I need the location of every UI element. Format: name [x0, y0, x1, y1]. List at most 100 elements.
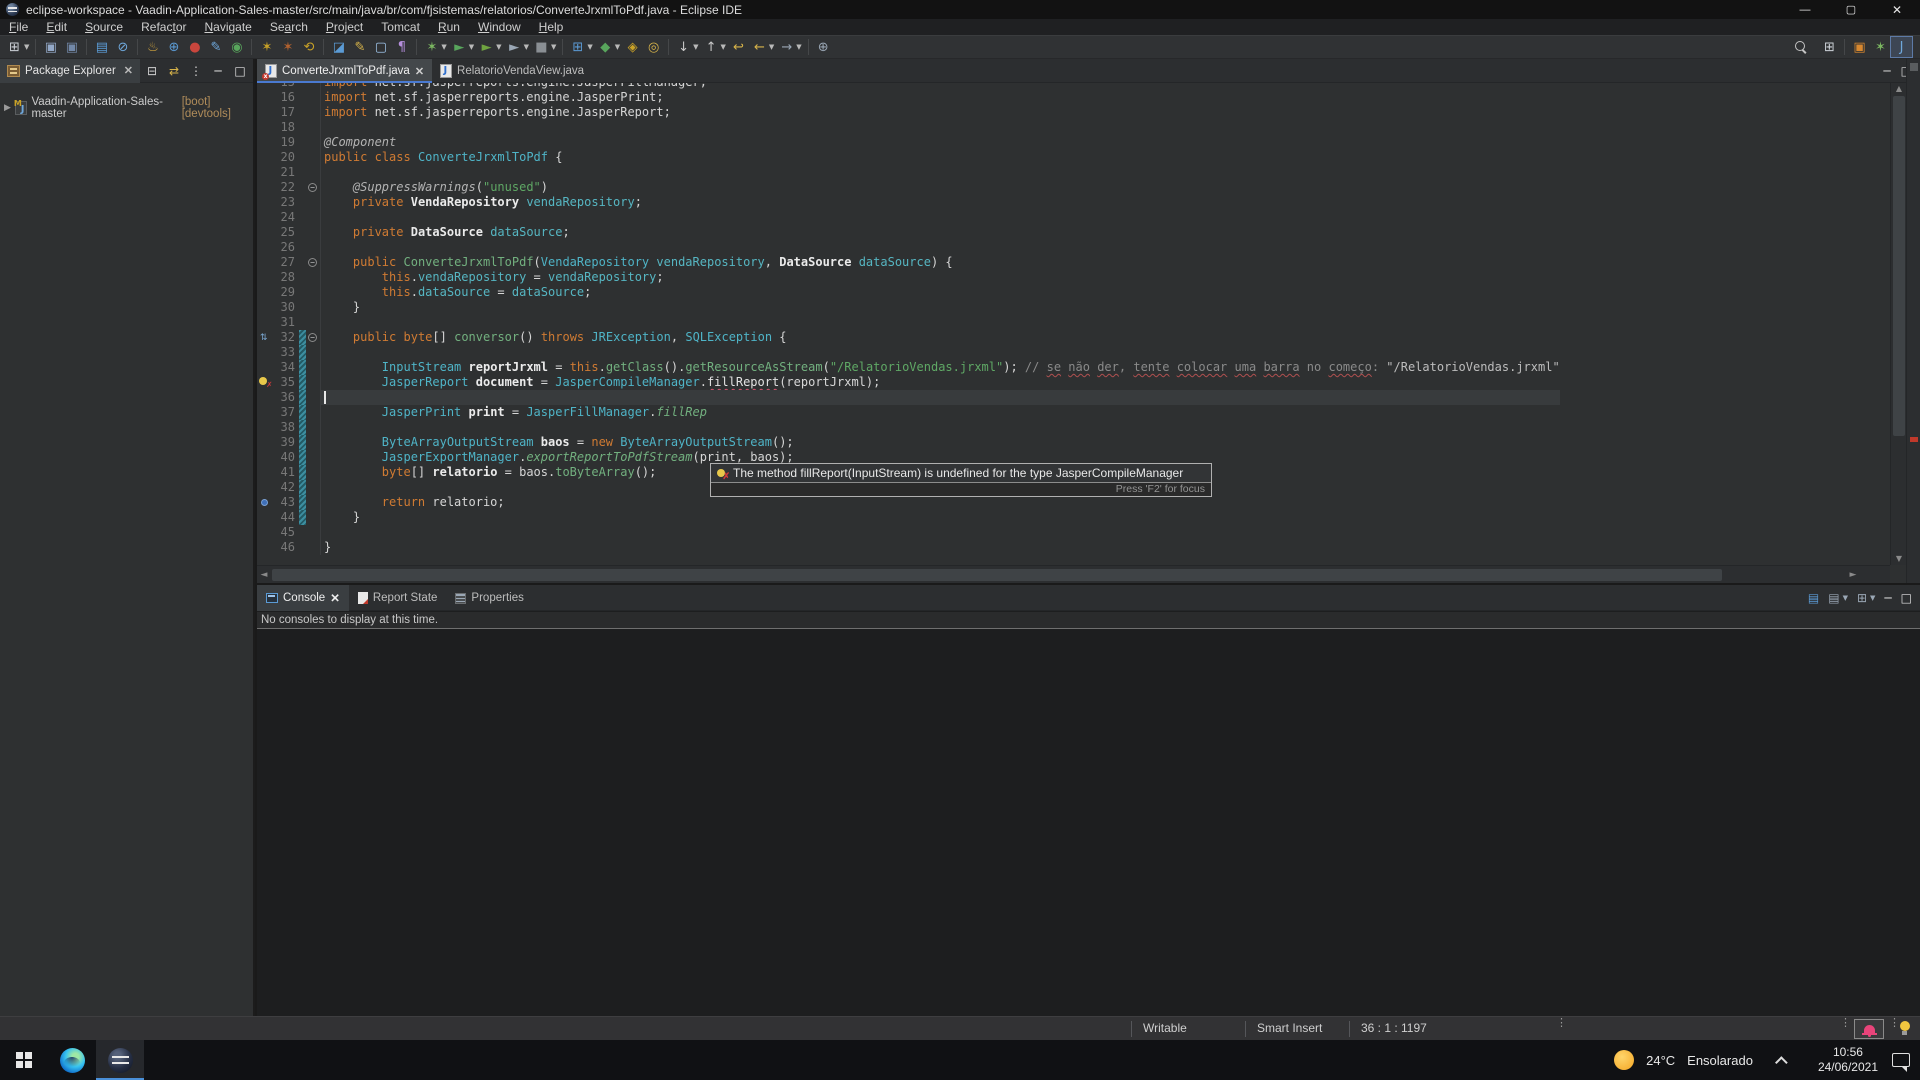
line-number[interactable]: 15 — [273, 83, 299, 90]
menu-file[interactable]: File — [0, 19, 37, 35]
code-text[interactable]: JasperReport document = JasperCompileMan… — [321, 375, 1560, 390]
chevron-down-icon[interactable]: ▼ — [693, 43, 698, 51]
line-number[interactable]: 25 — [273, 225, 299, 240]
code-text[interactable]: private DataSource dataSource; — [321, 225, 1560, 240]
toolbar-show-paragraph-button[interactable]: ¶ — [391, 37, 412, 57]
view-menu-icon[interactable]: ⋮ — [189, 64, 203, 78]
scroll-left-icon[interactable]: ◄ — [257, 566, 271, 584]
chevron-down-icon[interactable]: ▼ — [441, 43, 446, 51]
line-number[interactable]: 45 — [273, 525, 299, 540]
chevron-down-icon[interactable]: ▼ — [524, 43, 529, 51]
toolbar-tomcat-edit-button[interactable]: ✎ — [205, 37, 226, 57]
scroll-down-icon[interactable]: ▼ — [1891, 553, 1907, 565]
code-line-43[interactable]: 43 return relatorio; — [257, 495, 1560, 510]
minimize-icon[interactable]: ─ — [1883, 64, 1890, 78]
toolbar-next-annotation-button[interactable]: ↓ ▼ — [673, 37, 700, 57]
line-number[interactable]: 26 — [273, 240, 299, 255]
toolbar-new-wizard-button[interactable]: ⊞ ▼ — [4, 37, 31, 57]
line-number[interactable]: 38 — [273, 420, 299, 435]
toolbar-forward-button[interactable]: → ▼ — [776, 37, 803, 57]
code-text[interactable]: public ConverteJrxmlToPdf(VendaRepositor… — [321, 255, 1560, 270]
menu-navigate[interactable]: Navigate — [195, 19, 260, 35]
open-console-icon[interactable]: ⊞ — [1857, 591, 1867, 605]
line-number[interactable]: 37 — [273, 405, 299, 420]
toolbar-tomcat-restart-button[interactable]: ♨ — [142, 37, 163, 57]
code-text[interactable] — [321, 420, 1560, 435]
vertical-scrollbar[interactable]: ▲ ▼ — [1890, 83, 1906, 565]
code-text[interactable] — [321, 390, 1560, 405]
code-text[interactable] — [321, 240, 1560, 255]
chevron-down-icon[interactable]: ▼ — [615, 43, 620, 51]
breakpoint-dot-icon[interactable] — [261, 499, 268, 506]
line-number[interactable]: 31 — [273, 315, 299, 330]
code-text[interactable]: JasperPrint print = JasperFillManager.fi… — [321, 405, 1560, 420]
tab-package-explorer[interactable]: Package Explorer ✕ — [0, 58, 140, 83]
scroll-up-icon[interactable]: ▲ — [1891, 83, 1907, 95]
toolbar-previous-annotation-button[interactable]: ↑ ▼ — [701, 37, 728, 57]
code-text[interactable] — [321, 165, 1560, 180]
close-icon[interactable]: ✕ — [330, 591, 340, 605]
chevron-down-icon[interactable]: ▼ — [551, 43, 556, 51]
code-line-23[interactable]: 23 private VendaRepository vendaReposito… — [257, 195, 1560, 210]
action-center-icon[interactable] — [1892, 1053, 1910, 1072]
code-line-31[interactable]: 31 — [257, 315, 1560, 330]
menu-search[interactable]: Se a rch — [261, 19, 317, 35]
code-text[interactable] — [321, 345, 1560, 360]
line-number[interactable]: 27 — [273, 255, 299, 270]
vertical-scroll-thumb[interactable] — [1893, 96, 1905, 436]
code-line-22[interactable]: 22− @SuppressWarnings("unused") — [257, 180, 1560, 195]
chevron-down-icon[interactable]: ▼ — [721, 43, 726, 51]
toolbar-pin-editor-button[interactable]: ⊕ — [813, 37, 834, 57]
code-text[interactable] — [321, 525, 1560, 540]
horizontal-scrollbar[interactable]: ◄ ► — [257, 565, 1890, 583]
code-line-20[interactable]: 20 public class ConverteJrxmlToPdf { — [257, 150, 1560, 165]
link-with-editor-icon[interactable]: ⇄ — [167, 64, 181, 78]
line-number[interactable]: 22 — [273, 180, 299, 195]
code-text[interactable] — [321, 315, 1560, 330]
line-number[interactable]: 40 — [273, 450, 299, 465]
fold-collapse-icon[interactable]: − — [308, 332, 317, 342]
tip-lightbulb-icon[interactable] — [1899, 1021, 1910, 1036]
chevron-down-icon[interactable]: ▼ — [796, 43, 801, 51]
code-text[interactable]: private VendaRepository vendaRepository; — [321, 195, 1560, 210]
close-button[interactable]: ✕ — [1874, 0, 1920, 19]
line-number[interactable]: 17 — [273, 105, 299, 120]
code-line-37[interactable]: 37 JasperPrint print = JasperFillManager… — [257, 405, 1560, 420]
console-tab-properties[interactable]: Properties — [446, 585, 532, 611]
maximize-icon[interactable]: □ — [1901, 591, 1912, 605]
display-console-icon[interactable]: ▤ — [1808, 591, 1819, 605]
chevron-down-icon[interactable]: ▼ — [769, 43, 774, 51]
taskbar-edge-button[interactable] — [48, 1040, 96, 1080]
chevron-down-icon[interactable]: ▼ — [587, 43, 592, 51]
annotations-toggle-icon[interactable] — [1910, 63, 1918, 71]
code-text[interactable]: return relatorio; — [321, 495, 1560, 510]
line-number[interactable]: 42 — [273, 480, 299, 495]
code-line-32[interactable]: ⇅ 32− public byte[] conversor() throws JR… — [257, 330, 1560, 345]
toolbar-back-button[interactable]: ← ▼ — [749, 37, 776, 57]
menu-source[interactable]: Source — [76, 19, 132, 35]
toolbar-perspective-debug-button[interactable]: ✶ — [1870, 37, 1891, 57]
toolbar-junit-button[interactable]: ◪ — [328, 37, 349, 57]
toolbar-new-report-window-button[interactable]: ▢ — [370, 37, 391, 57]
overview-ruler[interactable] — [1906, 59, 1920, 583]
toolbar-ant-build-error-button[interactable]: ✶ — [277, 37, 298, 57]
line-number[interactable]: 39 — [273, 435, 299, 450]
toolbar-skip-all-breakpoints-button[interactable]: ⊘ — [112, 37, 133, 57]
line-number[interactable]: 18 — [273, 120, 299, 135]
code-line-39[interactable]: 39 ByteArrayOutputStream baos = new Byte… — [257, 435, 1560, 450]
chevron-right-icon[interactable]: ▶ — [4, 103, 11, 113]
notification-bell-button[interactable] — [1854, 1019, 1884, 1039]
code-text[interactable]: } — [321, 540, 1560, 555]
code-text[interactable]: @Component — [321, 135, 1560, 150]
error-quickfix-icon[interactable]: ✗ — [259, 377, 272, 390]
line-number[interactable]: 24 — [273, 210, 299, 225]
maximize-icon[interactable]: □ — [233, 64, 247, 78]
toolbar-stop-button[interactable]: ■ ▼ — [531, 37, 558, 57]
menu-run[interactable]: Run — [429, 19, 469, 35]
code-line-17[interactable]: 17 import net.sf.jasperreports.engine.Jas… — [257, 105, 1560, 120]
toolbar-new-java-project-button[interactable]: ⊞ ▼ — [567, 37, 594, 57]
code-line-15[interactable]: 15 import net.sf.jasperreports.engine.Jas… — [257, 83, 1560, 90]
toolbar-save-all-button[interactable]: ▣ — [61, 37, 82, 57]
collapse-all-icon[interactable]: ⊟ — [145, 64, 159, 78]
toolbar-last-edit-location-button[interactable]: ↩ — [728, 37, 749, 57]
